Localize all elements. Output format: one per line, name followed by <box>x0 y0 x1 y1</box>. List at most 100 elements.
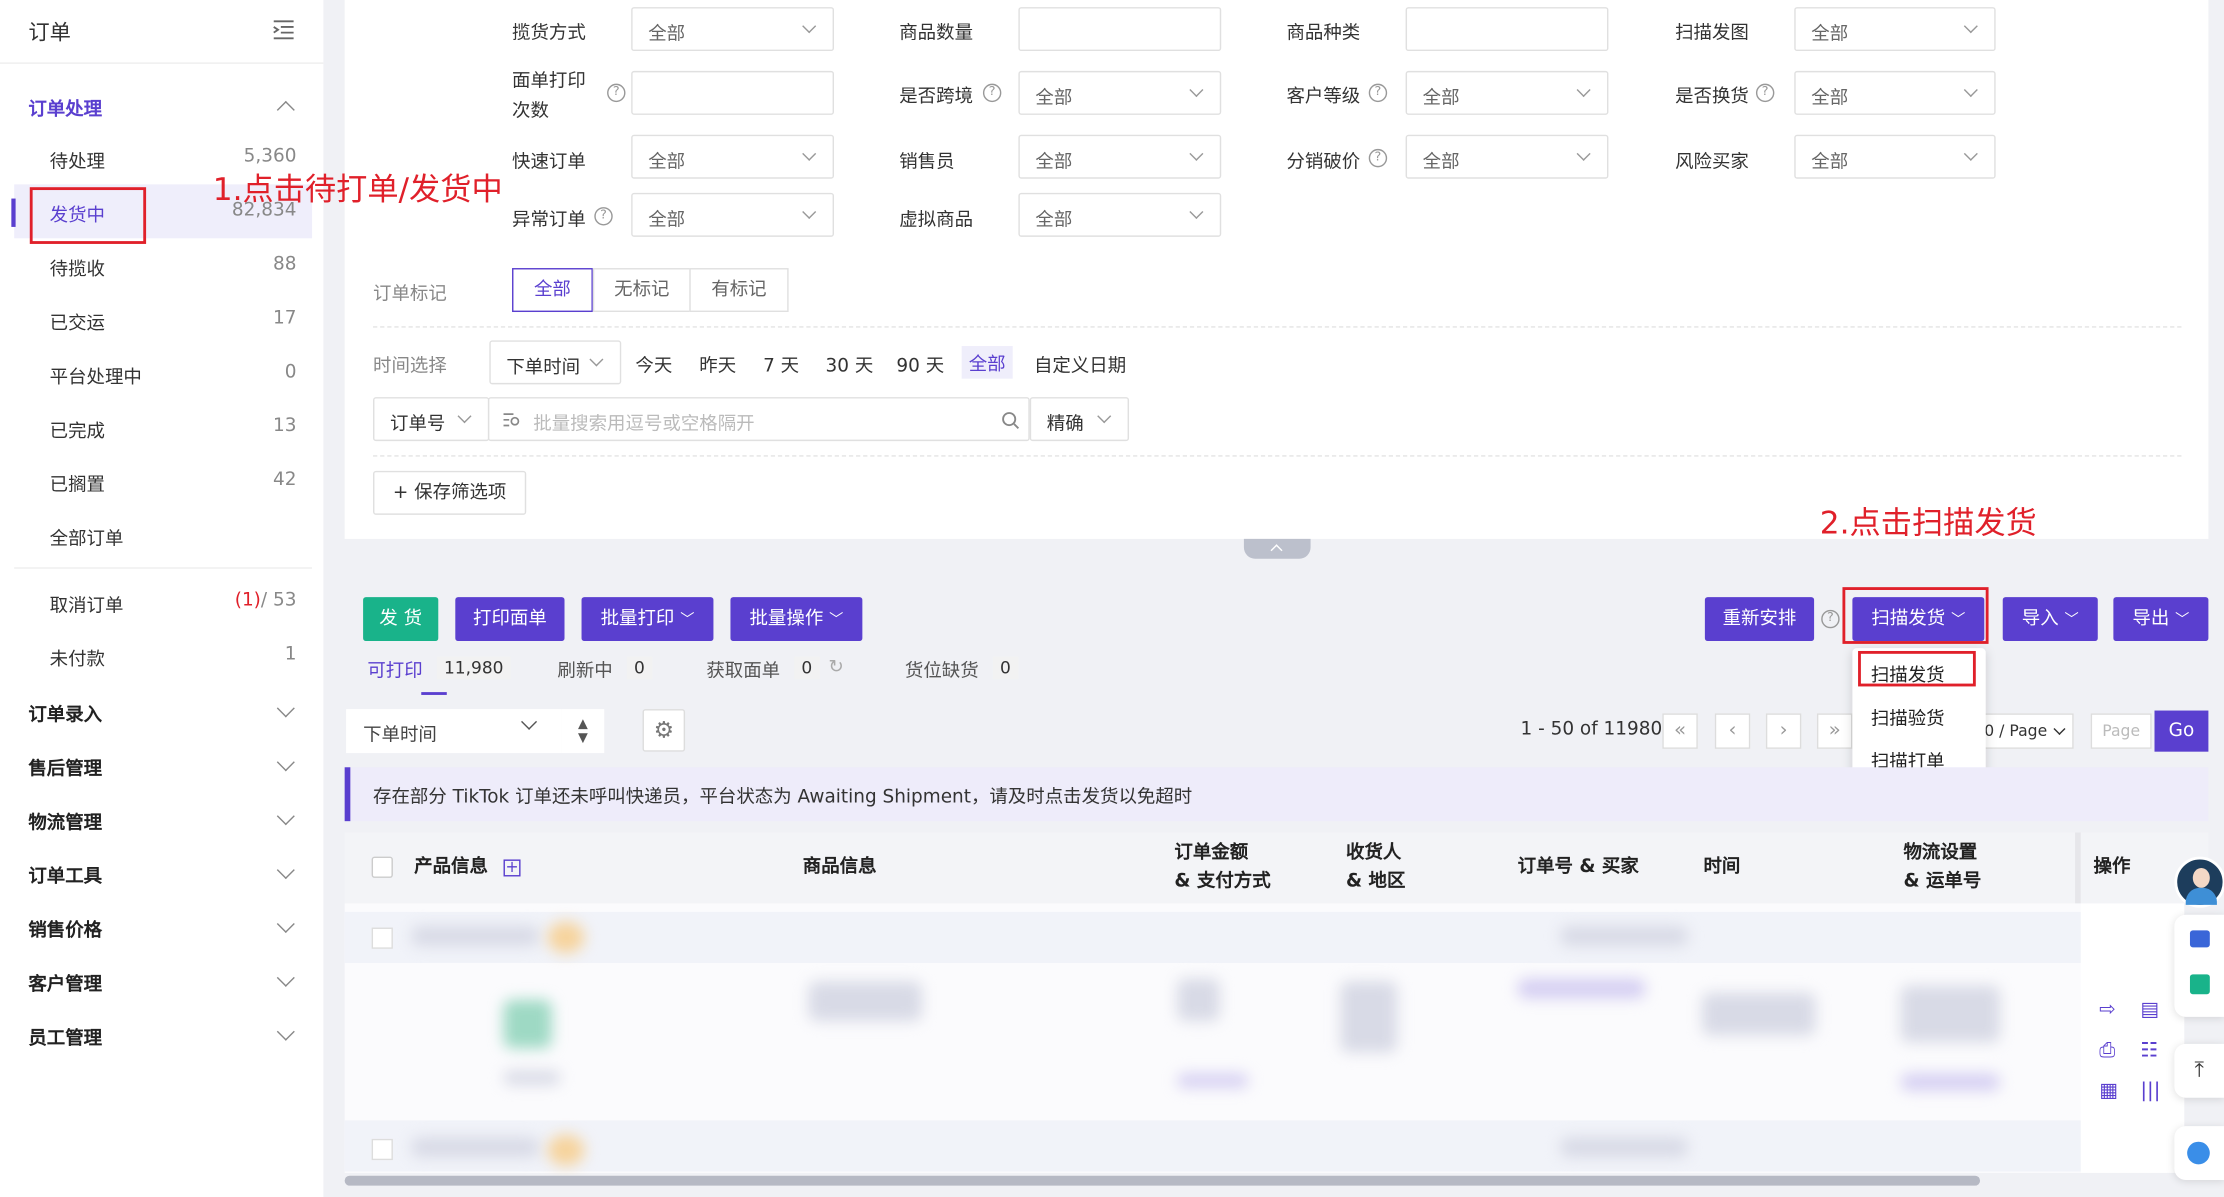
sidebar-group-order-processing[interactable]: 订单处理 <box>28 94 102 120</box>
print-label-button[interactable]: 打印面单 <box>455 597 565 642</box>
mark-all-option[interactable]: 全部 <box>512 268 593 313</box>
sidebar-group-order-entry[interactable]: 订单录入 <box>28 699 102 726</box>
gear-icon[interactable]: ⚙ <box>642 709 686 752</box>
tab-printable-count: 11,980 <box>436 656 511 680</box>
edit-note-icon[interactable]: ☷ <box>2140 1040 2158 1063</box>
next-page-icon[interactable]: › <box>1765 713 1802 749</box>
first-page-icon[interactable]: « <box>1662 713 1698 749</box>
prev-page-icon[interactable]: ‹ <box>1714 713 1751 749</box>
time-7d[interactable]: 7 天 <box>763 350 799 377</box>
time-type-select[interactable]: 下单时间 <box>489 340 622 385</box>
ship-action-icon[interactable]: ⇨ <box>2099 998 2116 1021</box>
pickup-method-select[interactable]: 全部 <box>631 7 835 52</box>
sidebar-item-completed[interactable]: 已完成 13 <box>14 400 312 454</box>
sidebar-group-after-sales[interactable]: 售后管理 <box>28 753 102 780</box>
sidebar-group-staff[interactable]: 员工管理 <box>28 1023 102 1049</box>
match-mode-select[interactable]: 精确 <box>1029 397 1130 442</box>
row-checkbox[interactable] <box>371 1138 393 1161</box>
sidebar-item-on-hold[interactable]: 已搁置 42 <box>14 454 312 508</box>
help-icon[interactable]: ? <box>1368 83 1388 103</box>
dropdown-item-scan-inspect[interactable]: 扫描验货 <box>1871 703 1945 730</box>
collapse-panel-button[interactable] <box>1243 538 1311 559</box>
time-today[interactable]: 今天 <box>635 350 672 377</box>
sidebar-item-unpaid[interactable]: 未付款 1 <box>14 628 312 682</box>
time-90d[interactable]: 90 天 <box>896 350 944 377</box>
time-all[interactable]: 全部 <box>961 346 1013 379</box>
sidebar-group-customers[interactable]: 客户管理 <box>28 969 102 995</box>
help-icon[interactable]: ? <box>594 207 613 226</box>
sidebar-item-cancelled[interactable]: 取消订单 (1)/ 53 <box>14 574 312 628</box>
product-qty-input[interactable] <box>1018 7 1222 52</box>
print-action-icon[interactable]: ⎙ <box>2099 1040 2115 1063</box>
back-to-top-icon[interactable]: ⤒ <box>2174 1043 2224 1098</box>
horizontal-scrollbar[interactable] <box>344 1175 1981 1186</box>
go-button[interactable]: Go <box>2154 710 2209 752</box>
per-page-select[interactable]: 0 / Page <box>1980 713 2074 749</box>
tab-out-of-stock[interactable]: 货位缺货 <box>905 655 979 682</box>
last-page-icon[interactable]: » <box>1816 713 1853 749</box>
barcode-icon[interactable]: ||| <box>2140 1079 2160 1102</box>
time-yesterday[interactable]: 昨天 <box>699 350 736 377</box>
support-widget[interactable] <box>2174 1126 2224 1180</box>
select-all-checkbox[interactable] <box>371 856 393 878</box>
express-order-select[interactable]: 全部 <box>631 134 835 179</box>
cross-border-select[interactable]: 全部 <box>1018 70 1222 115</box>
sidebar-item-all-orders[interactable]: 全部订单 <box>14 508 312 562</box>
ship-button[interactable]: 发 货 <box>363 597 439 642</box>
collapse-menu-icon[interactable] <box>272 20 295 40</box>
chevron-up-icon <box>276 100 295 119</box>
mark-none-option[interactable]: 无标记 <box>592 268 691 313</box>
sidebar-item-handed-over[interactable]: 已交运 17 <box>14 292 312 346</box>
customer-level-select[interactable]: 全部 <box>1405 70 1609 115</box>
col-order-no: 订单号 & 买家 <box>1517 856 1639 878</box>
help-icon[interactable]: ? <box>607 83 626 103</box>
scan-image-select[interactable]: 全部 <box>1794 7 1996 52</box>
mark-has-option[interactable]: 有标记 <box>689 268 789 313</box>
sidebar-item-awaiting-pickup[interactable]: 待揽收 88 <box>14 238 312 292</box>
sidebar-group-order-tools[interactable]: 订单工具 <box>28 861 102 888</box>
tab-refreshing[interactable]: 刷新中 <box>557 655 612 682</box>
help-icon[interactable]: ? <box>1821 609 1840 629</box>
active-indicator <box>11 198 16 227</box>
sort-field-select[interactable]: 下单时间 <box>346 709 562 754</box>
book-icon[interactable] <box>2189 974 2210 995</box>
batch-print-button[interactable]: 批量打印 ﹀ <box>581 597 714 642</box>
label-action-icon[interactable]: ▦ <box>2099 1079 2118 1102</box>
product-types-input[interactable] <box>1405 7 1609 52</box>
rearrange-button[interactable]: 重新安排 <box>1704 597 1815 642</box>
time-custom-date[interactable]: 自定义日期 <box>1034 350 1126 377</box>
export-button[interactable]: 导出 ﹀ <box>2113 597 2209 642</box>
search-icon[interactable] <box>1001 411 1020 429</box>
search-input[interactable]: 批量搜索用逗号或空格隔开 <box>487 397 1030 442</box>
help-icon[interactable]: ? <box>1368 148 1388 168</box>
expand-icon[interactable]: + <box>503 859 521 877</box>
sidebar-group-sales-price[interactable]: 销售价格 <box>28 915 102 941</box>
row-checkbox[interactable] <box>371 927 393 949</box>
search-type-select[interactable]: 订单号 <box>373 397 490 442</box>
avatar[interactable] <box>2174 856 2224 908</box>
filter-label-product-types: 商品种类 <box>1286 22 1361 44</box>
risk-buyer-select[interactable]: 全部 <box>1794 134 1996 179</box>
print-count-input[interactable] <box>631 70 835 115</box>
time-30d[interactable]: 30 天 <box>825 350 873 377</box>
save-filter-button[interactable]: + 保存筛选项 <box>373 470 527 515</box>
help-icon[interactable]: ? <box>982 83 1002 103</box>
abnormal-order-select[interactable]: 全部 <box>631 192 835 237</box>
tab-printable[interactable]: 可打印 <box>367 655 422 682</box>
distribution-price-select[interactable]: 全部 <box>1405 134 1609 179</box>
batch-ops-button[interactable]: 批量操作 ﹀ <box>730 597 863 642</box>
sort-direction-icon[interactable]: ▲ ▼ <box>561 709 605 754</box>
import-button[interactable]: 导入 ﹀ <box>2002 597 2098 642</box>
sidebar-item-platform-processing[interactable]: 平台处理中 0 <box>14 346 312 400</box>
sidebar-group-logistics[interactable]: 物流管理 <box>28 807 102 834</box>
tab-get-label[interactable]: 获取面单 <box>706 655 780 682</box>
exchange-select[interactable]: 全部 <box>1794 70 1996 115</box>
virtual-goods-select[interactable]: 全部 <box>1018 192 1222 237</box>
refresh-icon[interactable]: ↻ <box>828 657 843 678</box>
page-input[interactable]: Page <box>2090 713 2152 749</box>
salesperson-select[interactable]: 全部 <box>1018 134 1222 179</box>
chat-icon[interactable] <box>2189 930 2210 948</box>
annotation-step1: 1.点击待打单/发货中 <box>212 173 503 209</box>
help-icon[interactable]: ? <box>1755 83 1775 103</box>
document-icon[interactable]: ▤ <box>2140 998 2159 1021</box>
